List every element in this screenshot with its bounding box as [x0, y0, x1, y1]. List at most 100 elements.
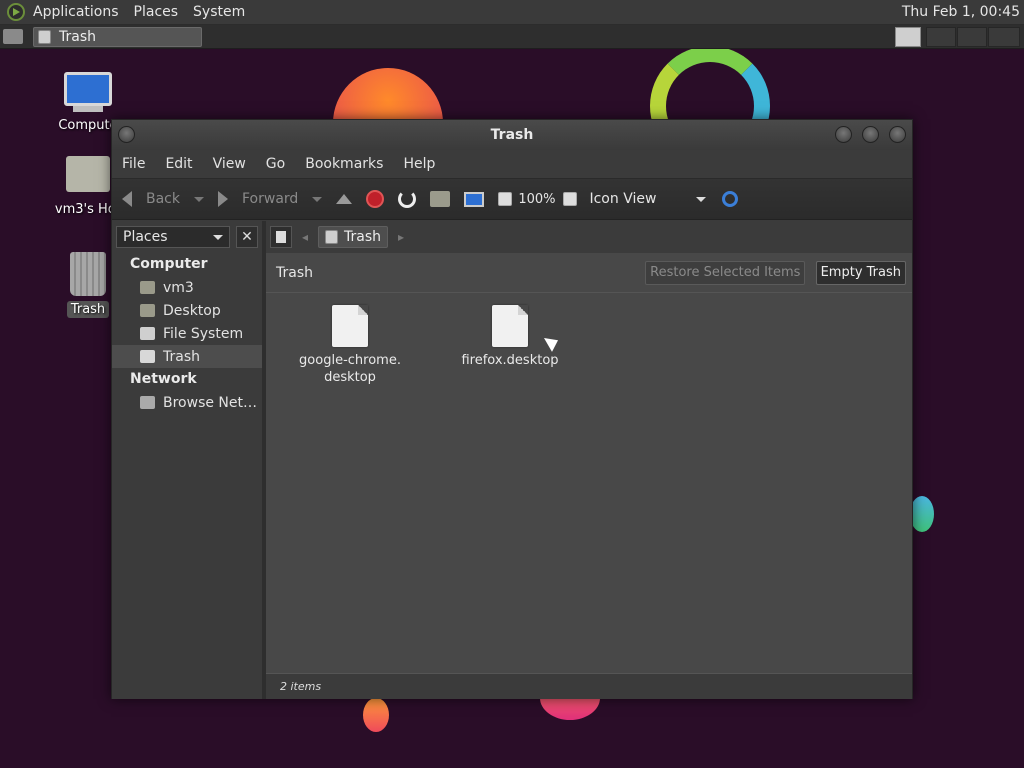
- computer-button[interactable]: [464, 191, 485, 207]
- back-history-dropdown[interactable]: [194, 196, 204, 202]
- menu-view[interactable]: View: [213, 156, 246, 172]
- task-panel: Trash: [0, 25, 1024, 49]
- sidebar-item-desktop[interactable]: Desktop: [112, 299, 262, 322]
- zoom-level[interactable]: 100%: [518, 192, 555, 207]
- workspace-3[interactable]: [988, 27, 1020, 47]
- sidebar-item-trash[interactable]: Trash: [112, 345, 262, 368]
- stop-button[interactable]: [366, 190, 385, 208]
- trash-info-bar: Trash Restore Selected Items Empty Trash: [266, 253, 912, 293]
- menu-bookmarks[interactable]: Bookmarks: [305, 156, 383, 172]
- sidebar-header: Places ✕: [112, 221, 262, 253]
- wallpaper-small-blob: [910, 496, 934, 532]
- restore-selected-button[interactable]: Restore Selected Items: [645, 260, 806, 285]
- search-icon: [722, 191, 739, 207]
- forward-label: Forward: [242, 191, 299, 207]
- main-pane: ◂ Trash ▸ Trash Restore Selected Items E…: [266, 221, 912, 699]
- trash-actions: Restore Selected Items Empty Trash: [645, 260, 906, 285]
- up-button[interactable]: [336, 194, 353, 204]
- file-view[interactable]: Trash Restore Selected Items Empty Trash…: [266, 253, 912, 699]
- sidebar-item-label: File System: [163, 325, 244, 342]
- sidebar-item-vm3[interactable]: vm3: [112, 276, 262, 299]
- path-scroll-right-icon[interactable]: ▸: [398, 230, 404, 244]
- trash-applet-icon[interactable]: [895, 27, 921, 47]
- view-mode-label: Icon View: [589, 191, 657, 207]
- places-menu[interactable]: Places: [134, 4, 179, 20]
- window-titlebar[interactable]: Trash: [112, 120, 912, 150]
- sidebar-item-file-system[interactable]: File System: [112, 322, 262, 345]
- sidebar-item-label: Trash: [163, 348, 200, 365]
- reload-icon: [398, 190, 417, 208]
- zoom-out-button[interactable]: [498, 192, 513, 206]
- trash-icon: [325, 230, 339, 244]
- sidebar-item-label: Browse Net…: [163, 394, 258, 411]
- menu-edit[interactable]: Edit: [165, 156, 192, 172]
- home-folder-icon: [430, 191, 451, 207]
- forward-history-dropdown[interactable]: [312, 196, 323, 202]
- distro-logo-icon[interactable]: [7, 3, 25, 21]
- close-sidebar-button[interactable]: ✕: [236, 226, 258, 248]
- breadcrumb-trash[interactable]: Trash: [318, 226, 389, 248]
- view-mode-select[interactable]: Icon View: [581, 191, 707, 207]
- home-button[interactable]: [430, 191, 451, 207]
- drive-icon: [140, 327, 155, 340]
- sidebar-item-browse-network[interactable]: Browse Net…: [112, 391, 262, 414]
- applications-menu[interactable]: Applications: [33, 4, 119, 20]
- breadcrumb-label: Trash: [344, 229, 382, 245]
- computer-icon: [64, 72, 112, 106]
- text-file-icon: [332, 305, 368, 347]
- trash-icon: [140, 350, 155, 363]
- workspace-2[interactable]: [957, 27, 987, 47]
- forward-arrow-icon: [218, 191, 228, 207]
- wallpaper-bottom-blob: [363, 698, 389, 732]
- window-title: Trash: [490, 127, 534, 143]
- panel-menu: Applications Places System: [0, 3, 260, 21]
- chevron-down-icon: [213, 234, 223, 240]
- maximize-icon[interactable]: [862, 126, 879, 143]
- menu-file[interactable]: File: [122, 156, 145, 172]
- back-label: Back: [146, 191, 180, 207]
- monitor-stand: [73, 106, 103, 112]
- desktop-icon-label: Trash: [66, 301, 110, 318]
- desktop-folder-icon: [140, 304, 155, 317]
- system-menu[interactable]: System: [193, 4, 245, 20]
- sidebar-type-select[interactable]: Places: [116, 226, 230, 248]
- menubar: File Edit View Go Bookmarks Help: [112, 150, 912, 178]
- zoom-level-label: 100%: [518, 191, 556, 207]
- trash-icon: [70, 252, 106, 296]
- zoom-in-button[interactable]: [563, 192, 578, 206]
- workspace-1[interactable]: [926, 27, 956, 47]
- taskbar-button-trash[interactable]: Trash: [33, 27, 202, 47]
- path-scroll-left-icon[interactable]: ◂: [302, 230, 308, 244]
- reload-button[interactable]: [398, 190, 417, 208]
- up-arrow-icon: [336, 194, 353, 204]
- sidebar-type-label: Places: [123, 229, 168, 245]
- sidebar-section-network: Network: [130, 371, 197, 387]
- menu-go[interactable]: Go: [266, 156, 285, 172]
- toggle-location-entry-button[interactable]: [270, 226, 292, 248]
- back-arrow-icon: [122, 191, 132, 207]
- close-icon[interactable]: [889, 126, 906, 143]
- clock[interactable]: Thu Feb 1, 00:45: [902, 4, 1020, 20]
- sidebar-section-computer: Computer: [130, 256, 208, 272]
- top-panel: Applications Places System Thu Feb 1, 00…: [0, 0, 1024, 25]
- minimize-icon[interactable]: [835, 126, 852, 143]
- file-name-line: google-chrome. desktop: [299, 353, 401, 385]
- sidebar-item-label: Desktop: [163, 302, 221, 319]
- back-button[interactable]: Back: [122, 191, 180, 207]
- search-button[interactable]: [722, 191, 739, 207]
- forward-button[interactable]: Forward: [218, 191, 298, 207]
- status-bar: 2 items: [266, 673, 912, 699]
- show-desktop-icon[interactable]: [3, 29, 23, 44]
- trash-info-title: Trash: [276, 264, 313, 281]
- stop-icon: [366, 190, 385, 208]
- sidebar: Places ✕ Computer vm3 Desktop File Syste…: [112, 221, 262, 699]
- empty-trash-button[interactable]: Empty Trash: [815, 260, 906, 285]
- trash-icon: [38, 30, 51, 44]
- menu-help[interactable]: Help: [403, 156, 435, 172]
- file-item[interactable]: google-chrome. desktop: [290, 305, 410, 386]
- toolbar: Back Forward 100% Icon View: [112, 178, 912, 220]
- chevron-down-icon: [194, 196, 204, 202]
- zoom-in-icon: [563, 192, 578, 206]
- window-menu-icon[interactable]: [118, 126, 135, 143]
- file-name: google-chrome. desktop: [290, 352, 410, 386]
